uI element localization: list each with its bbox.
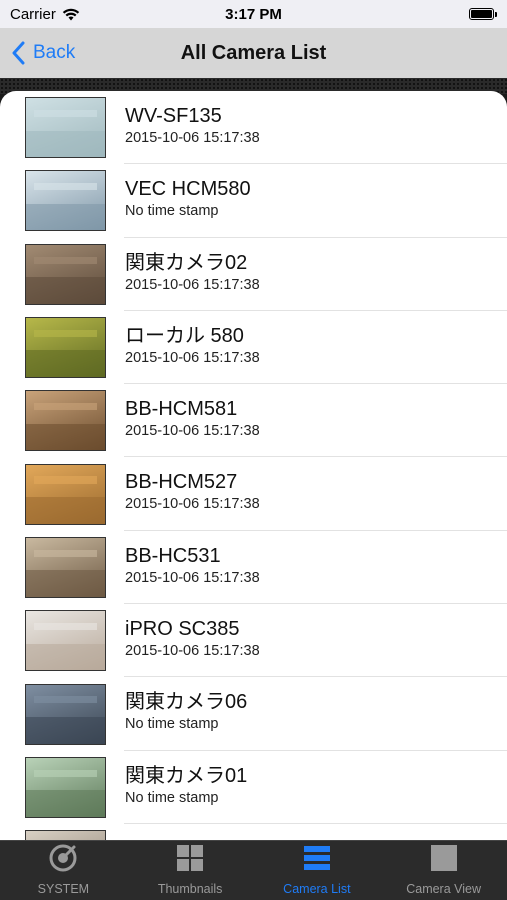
camera-row[interactable]: VEC HCM580 No time stamp: [0, 164, 507, 238]
tab-label: SYSTEM: [37, 882, 90, 896]
camera-info: 関東カメラ02 2015-10-06 15:17:38: [125, 252, 260, 294]
tab-camera-view[interactable]: Camera View: [380, 841, 507, 900]
camera-timestamp: 2015-10-06 15:17:38: [125, 496, 260, 513]
camera-info: BB-HCM527 2015-10-06 15:17:38: [125, 471, 260, 513]
camera-row[interactable]: BB-HC531 2015-10-06 15:17:38: [0, 531, 507, 605]
status-left: Carrier: [10, 6, 80, 23]
camera-row[interactable]: WV-SF135 2015-10-06 15:17:38: [0, 91, 507, 165]
camera-name: VEC HCM580: [125, 178, 251, 201]
system-icon: [48, 843, 78, 882]
camera-info: BB-HC531 2015-10-06 15:17:38: [125, 545, 260, 587]
camera-name: 関東カメラ06: [125, 691, 248, 714]
carrier-label: Carrier: [10, 5, 56, 23]
camera-thumbnail: [25, 463, 106, 525]
camera-name: ローカル 580: [125, 324, 244, 347]
tab-camera-list[interactable]: Camera List: [254, 841, 381, 900]
camera-name: BB-HCM527: [125, 471, 238, 494]
camera-timestamp: 2015-10-06 15:17:38: [125, 130, 260, 146]
camera-info: VEC HCM580 No time stamp: [125, 178, 251, 220]
camera-name: BB-HCM581: [125, 398, 238, 421]
wifi-icon: [62, 8, 80, 20]
camera-name: iPRO SC385: [125, 618, 240, 641]
camera-row[interactable]: iPRO SC385 2015-10-06 15:17:38: [0, 604, 507, 678]
tab-bar: SYSTEM Thumbnails Camera List Camera View: [0, 840, 507, 900]
camera-thumbnail: [25, 756, 106, 818]
status-bar: Carrier 3:17 PM: [0, 0, 507, 28]
camera-timestamp: 2015-10-06 15:17:38: [125, 349, 260, 366]
camera-thumbnail: [25, 390, 106, 452]
page-title: All Camera List: [180, 41, 327, 64]
camera-row-partial[interactable]: [0, 824, 507, 840]
camera-row[interactable]: 関東カメラ02 2015-10-06 15:17:38: [0, 238, 507, 312]
camera-timestamp: No time stamp: [125, 716, 219, 733]
camera-info: iPRO SC385 2015-10-06 15:17:38: [125, 618, 260, 660]
camera-timestamp: 2015-10-06 15:17:38: [125, 276, 260, 293]
camera-thumbnail: [25, 243, 106, 305]
camera-view-icon: [429, 843, 459, 882]
camera-info: WV-SF135 2015-10-06 15:17:38: [125, 105, 260, 147]
camera-name: WV-SF135: [125, 105, 222, 127]
camera-thumbnail: [25, 830, 106, 840]
back-label: Back: [33, 42, 76, 63]
camera-row[interactable]: 関東カメラ06 No time stamp: [0, 677, 507, 751]
camera-thumbnail: [25, 610, 106, 672]
camera-row[interactable]: BB-HCM581 2015-10-06 15:17:38: [0, 384, 507, 458]
camera-thumbnail: [25, 536, 106, 598]
chevron-left-icon: [12, 41, 25, 65]
tab-thumbnails[interactable]: Thumbnails: [127, 841, 254, 900]
camera-timestamp: No time stamp: [125, 789, 219, 806]
camera-list-icon: [302, 843, 332, 882]
tab-label: Thumbnails: [157, 882, 223, 896]
camera-thumbnail: [25, 317, 106, 379]
thumbnails-icon: [175, 843, 205, 882]
camera-timestamp: 2015-10-06 15:17:38: [125, 423, 260, 440]
camera-list[interactable]: WV-SF135 2015-10-06 15:17:38 VEC HCM580 No …: [0, 91, 507, 840]
camera-timestamp: 2015-10-06 15:17:38: [125, 643, 260, 660]
camera-timestamp: No time stamp: [125, 203, 219, 220]
tab-label: Camera View: [406, 882, 482, 896]
camera-thumbnail: [25, 97, 106, 159]
camera-row[interactable]: ローカル 580 2015-10-06 15:17:38: [0, 311, 507, 385]
camera-thumbnail: [25, 683, 106, 745]
camera-thumbnail: [25, 170, 106, 232]
tab-system[interactable]: SYSTEM: [0, 841, 127, 900]
battery-icon: [469, 8, 497, 20]
tab-label: Camera List: [283, 882, 351, 896]
camera-info: ローカル 580 2015-10-06 15:17:38: [125, 325, 260, 367]
camera-timestamp: 2015-10-06 15:17:38: [125, 569, 260, 586]
back-button[interactable]: Back: [12, 28, 75, 78]
camera-info: 関東カメラ06 No time stamp: [125, 691, 247, 733]
camera-row[interactable]: 関東カメラ01 No time stamp: [0, 751, 507, 825]
camera-name: 関東カメラ02: [125, 251, 248, 274]
camera-row[interactable]: BB-HCM527 2015-10-06 15:17:38: [0, 457, 507, 532]
camera-name: 関東カメラ01: [125, 764, 248, 787]
navigation-bar: Back All Camera List: [0, 28, 507, 78]
camera-info: BB-HCM581 2015-10-06 15:17:38: [125, 398, 260, 440]
camera-info: 関東カメラ01 No time stamp: [125, 765, 247, 807]
camera-name: BB-HC531: [125, 544, 221, 567]
